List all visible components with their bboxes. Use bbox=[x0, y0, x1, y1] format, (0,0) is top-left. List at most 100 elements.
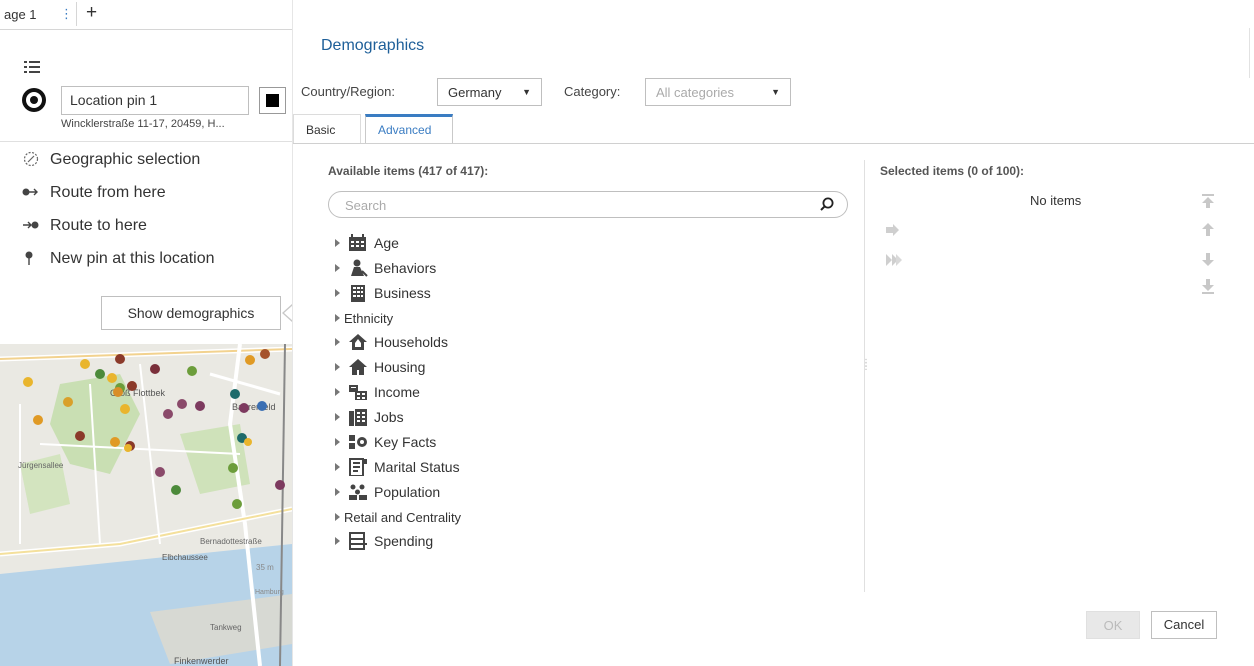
tree-item-age[interactable]: Age bbox=[335, 232, 399, 254]
pin-name-field[interactable]: Location pin 1 bbox=[61, 86, 249, 115]
expand-arrow-icon[interactable] bbox=[335, 438, 340, 446]
cancel-button[interactable]: Cancel bbox=[1151, 611, 1217, 639]
tree-item-ethnicity[interactable]: Ethnicity bbox=[335, 307, 393, 329]
menu-label: Route from here bbox=[50, 184, 166, 201]
pin-color-button[interactable] bbox=[259, 87, 286, 114]
divider bbox=[0, 141, 292, 142]
column-divider bbox=[864, 160, 865, 592]
country-select[interactable]: Germany ▼ bbox=[437, 78, 542, 106]
tree-item-label: Ethnicity bbox=[344, 310, 394, 326]
search-icon[interactable] bbox=[819, 196, 835, 215]
show-demographics-button[interactable]: Show demographics bbox=[101, 296, 281, 330]
spending-icon bbox=[348, 532, 368, 550]
menu-label: New pin at this location bbox=[50, 250, 215, 267]
expand-arrow-icon[interactable] bbox=[335, 338, 340, 346]
expand-arrow-icon[interactable] bbox=[335, 239, 340, 247]
move-bottom-icon[interactable] bbox=[1202, 279, 1214, 297]
pin-icon bbox=[22, 250, 44, 269]
house-icon bbox=[348, 358, 368, 376]
house-outline-icon bbox=[348, 333, 368, 351]
expand-arrow-icon[interactable] bbox=[335, 363, 340, 371]
tree-item-label: Households bbox=[374, 334, 448, 350]
selected-items-title: Selected items (0 of 100): bbox=[880, 164, 1025, 178]
expand-arrow-icon[interactable] bbox=[335, 513, 340, 521]
category-placeholder: All categories bbox=[656, 85, 735, 100]
calendar-icon bbox=[348, 234, 368, 252]
left-panel: age 1 ⋮ + Location pin 1 Wincklerstraße … bbox=[0, 0, 292, 666]
expand-arrow-icon[interactable] bbox=[335, 537, 340, 545]
chevron-down-icon: ▼ bbox=[522, 87, 531, 97]
tree-item-label: Spending bbox=[374, 533, 434, 549]
tab-menu-icon[interactable]: ⋮ bbox=[60, 6, 73, 22]
add-all-icon[interactable] bbox=[885, 253, 903, 270]
search-input[interactable]: Search bbox=[328, 191, 848, 218]
list-icon[interactable] bbox=[24, 60, 40, 79]
tree-item-behaviors[interactable]: Behaviors bbox=[335, 257, 436, 279]
move-top-icon[interactable] bbox=[1202, 194, 1214, 211]
category-select[interactable]: All categories ▼ bbox=[645, 78, 791, 106]
menu-new-pin[interactable]: New pin at this location bbox=[22, 247, 215, 271]
expand-arrow-icon[interactable] bbox=[335, 388, 340, 396]
tab-separator bbox=[76, 2, 77, 26]
menu-label: Route to here bbox=[50, 217, 147, 234]
tree-item-households[interactable]: Households bbox=[335, 331, 448, 353]
pin-symbol-icon[interactable] bbox=[22, 88, 46, 112]
splitter-handle[interactable]: ⋮ ⋮ bbox=[861, 359, 871, 372]
map-label: Jürgensallee bbox=[18, 461, 64, 470]
menu-route-from-here[interactable]: Route from here bbox=[22, 181, 166, 205]
map-label: Bernadottestraße bbox=[200, 537, 262, 546]
available-items-title: Available items (417 of 417): bbox=[328, 164, 489, 178]
tree-item-jobs[interactable]: Jobs bbox=[335, 406, 404, 428]
color-swatch bbox=[266, 94, 279, 107]
tree-item-marital-status[interactable]: Marital Status bbox=[335, 456, 460, 478]
tree-item-label: Income bbox=[374, 384, 420, 400]
country-label: Country/Region: bbox=[301, 84, 395, 99]
tree-item-label: Population bbox=[374, 484, 441, 500]
tree-item-key-facts[interactable]: Key Facts bbox=[335, 431, 436, 453]
ok-button[interactable]: OK bbox=[1086, 611, 1140, 639]
add-selected-icon[interactable] bbox=[885, 223, 901, 240]
chevron-down-icon: ▼ bbox=[771, 87, 780, 97]
map-label: Hamburg bbox=[255, 589, 284, 596]
expand-arrow-icon[interactable] bbox=[335, 264, 340, 272]
tree-item-retail[interactable]: Retail and Centrality bbox=[335, 506, 461, 528]
no-items-text: No items bbox=[1030, 193, 1082, 208]
tab-basic[interactable]: Basic bbox=[293, 114, 361, 144]
population-icon bbox=[348, 483, 368, 501]
tree-item-label: Key Facts bbox=[374, 434, 437, 450]
expand-arrow-icon[interactable] bbox=[335, 413, 340, 421]
building-icon bbox=[348, 284, 368, 302]
tree-item-population[interactable]: Population bbox=[335, 481, 440, 503]
person-icon bbox=[348, 259, 368, 277]
tree-item-business[interactable]: Business bbox=[335, 282, 431, 304]
expand-arrow-icon[interactable] bbox=[335, 463, 340, 471]
menu-route-to-here[interactable]: Route to here bbox=[22, 214, 147, 238]
popover-pointer bbox=[282, 304, 292, 322]
jobs-icon bbox=[348, 408, 368, 426]
tree-item-housing[interactable]: Housing bbox=[335, 356, 425, 378]
tree-item-spending[interactable]: Spending bbox=[335, 530, 433, 552]
tree-item-label: Age bbox=[374, 235, 399, 251]
tree-item-label: Marital Status bbox=[374, 459, 460, 475]
route-from-icon bbox=[22, 186, 44, 201]
tab-underline bbox=[293, 143, 1254, 144]
dialog-scrollbar[interactable] bbox=[1249, 28, 1250, 78]
add-page-button[interactable]: + bbox=[86, 2, 97, 24]
demographics-dialog: Demographics Country/Region: Germany ▼ C… bbox=[292, 0, 1254, 666]
menu-geographic-selection[interactable]: Geographic selection bbox=[22, 148, 200, 172]
page-tab-bar: age 1 ⋮ + bbox=[0, 0, 292, 30]
search-placeholder: Search bbox=[345, 198, 387, 213]
expand-arrow-icon[interactable] bbox=[335, 289, 340, 297]
tree-item-income[interactable]: Income bbox=[335, 381, 420, 403]
income-icon bbox=[348, 383, 368, 401]
move-down-icon[interactable] bbox=[1202, 253, 1214, 269]
map-view[interactable]: Groß Flottbek Bahrenfeld Jürgensallee El… bbox=[0, 344, 292, 666]
category-label: Category: bbox=[564, 84, 621, 99]
tree-item-label: Business bbox=[374, 285, 431, 301]
expand-arrow-icon[interactable] bbox=[335, 488, 340, 496]
move-up-icon[interactable] bbox=[1202, 223, 1214, 239]
expand-arrow-icon[interactable] bbox=[335, 314, 340, 322]
map-label: Bahrenfeld bbox=[232, 402, 276, 412]
tab-advanced[interactable]: Advanced bbox=[365, 114, 453, 144]
page-tab[interactable]: age 1 bbox=[4, 7, 37, 22]
